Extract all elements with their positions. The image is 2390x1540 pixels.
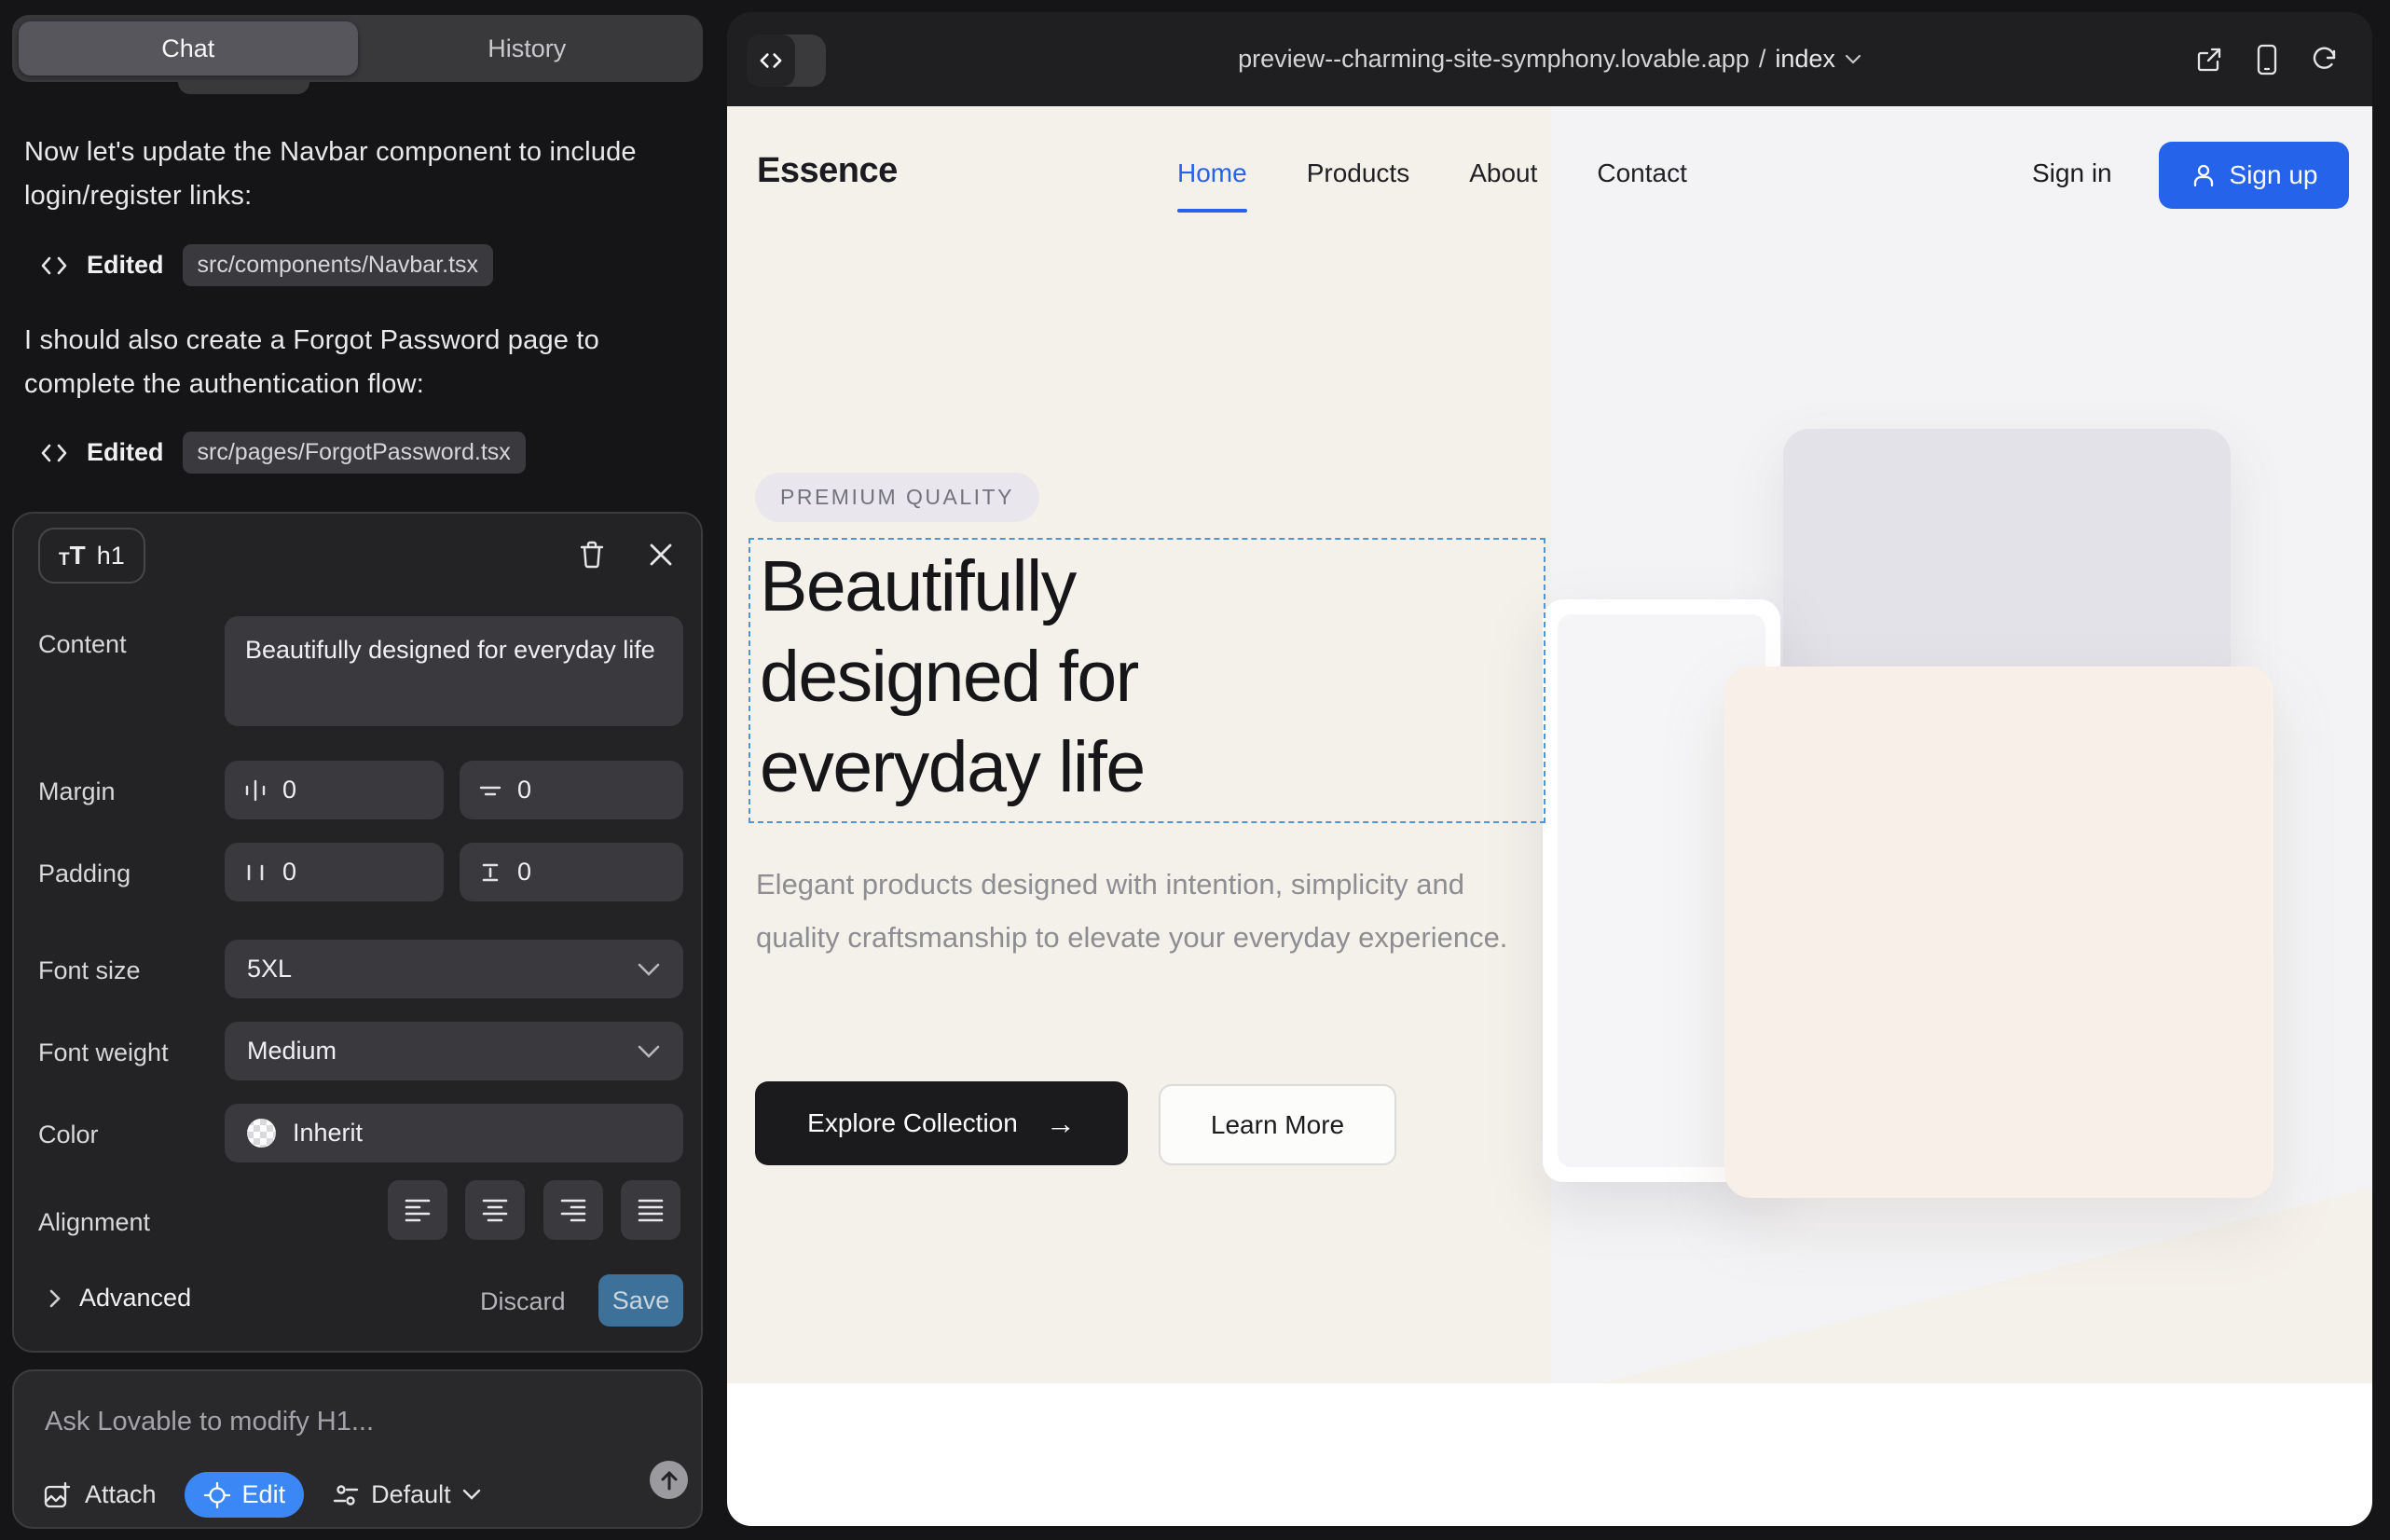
chevron-down-icon (637, 962, 661, 977)
edited-file-row[interactable]: Edited src/components/Navbar.tsx (40, 244, 493, 286)
content-label: Content (38, 630, 127, 659)
mobile-icon (2255, 44, 2279, 76)
refresh-icon (2311, 46, 2339, 74)
delete-element-button[interactable] (575, 538, 609, 571)
font-weight-label: Font weight (38, 1038, 169, 1067)
font-size-label: Font size (38, 956, 141, 985)
scrolled-badge-partial (178, 82, 309, 94)
code-icon (40, 254, 68, 278)
premium-quality-badge: PREMIUM QUALITY (755, 473, 1039, 522)
font-size-select[interactable]: 5XL (225, 940, 683, 998)
edited-label: Edited (87, 251, 164, 280)
nav-link-products[interactable]: Products (1307, 158, 1410, 188)
save-button[interactable]: Save (598, 1274, 683, 1327)
margin-horizontal-icon (243, 778, 268, 803)
chevron-right-icon (48, 1287, 62, 1310)
text-type-icon: TT (59, 543, 86, 569)
tab-chat[interactable]: Chat (19, 21, 358, 76)
hero-description: Elegant products designed with intention… (756, 858, 1511, 964)
align-left-icon (403, 1197, 433, 1223)
code-icon (40, 441, 68, 465)
external-link-icon (2195, 46, 2223, 74)
padding-horizontal-icon (243, 860, 268, 885)
preview-window: preview--charming-site-symphony.lovable.… (727, 12, 2372, 1526)
decor-shape-cream (1724, 667, 2273, 1198)
align-right-icon (558, 1197, 588, 1223)
selected-element-tag: TT h1 (38, 528, 145, 584)
user-icon (2191, 162, 2217, 188)
tag-name: h1 (97, 542, 125, 571)
align-justify-icon (636, 1197, 666, 1223)
site-nav: Home Products About Contact (1177, 158, 1687, 188)
attach-button[interactable]: Attach (42, 1480, 157, 1510)
edit-mode-button[interactable]: Edit (185, 1472, 305, 1518)
url-separator: / (1759, 45, 1766, 74)
file-badge[interactable]: src/components/Navbar.tsx (183, 244, 494, 286)
edited-label: Edited (87, 438, 164, 467)
font-weight-select[interactable]: Medium (225, 1022, 683, 1080)
chat-message: Now let's update the Navbar component to… (24, 131, 667, 218)
nav-link-contact[interactable]: Contact (1597, 158, 1687, 188)
edited-file-row[interactable]: Edited src/pages/ForgotPassword.tsx (40, 432, 526, 474)
advanced-toggle[interactable]: Advanced (48, 1284, 191, 1313)
url-bar[interactable]: preview--charming-site-symphony.lovable.… (727, 12, 2372, 106)
chevron-down-icon (1845, 54, 1861, 65)
prompt-composer[interactable]: Ask Lovable to modify H1... Attach Edit (12, 1369, 703, 1529)
nav-link-about[interactable]: About (1469, 158, 1537, 188)
chevron-down-icon (637, 1044, 661, 1059)
color-select[interactable]: Inherit (225, 1104, 683, 1162)
edit-target-icon (203, 1481, 231, 1509)
align-right-button[interactable] (543, 1180, 603, 1240)
explore-collection-button[interactable]: Explore Collection → (755, 1081, 1128, 1165)
send-button[interactable] (650, 1461, 688, 1499)
chat-history-tabs: Chat History (12, 15, 703, 82)
align-center-button[interactable] (465, 1180, 525, 1240)
color-swatch-checkered (247, 1119, 276, 1148)
discard-button[interactable]: Discard (480, 1287, 566, 1316)
margin-y-input[interactable]: 0 (460, 761, 683, 819)
padding-x-input[interactable]: 0 (225, 843, 444, 901)
sign-in-link[interactable]: Sign in (2032, 158, 2112, 188)
site-canvas: Essence Home Products About Contact Sign… (727, 106, 2372, 1526)
chat-message: I should also create a Forgot Password p… (24, 319, 667, 406)
learn-more-button[interactable]: Learn More (1159, 1084, 1396, 1165)
margin-vertical-icon (478, 778, 502, 803)
preview-topbar: preview--charming-site-symphony.lovable.… (727, 12, 2372, 106)
align-justify-button[interactable] (621, 1180, 680, 1240)
align-left-button[interactable] (388, 1180, 447, 1240)
selected-h1-outline[interactable]: Beautifully designed for everyday life (749, 538, 1545, 823)
margin-label: Margin (38, 777, 116, 806)
file-badge[interactable]: src/pages/ForgotPassword.tsx (183, 432, 526, 474)
padding-vertical-icon (478, 860, 502, 885)
element-editor-panel: TT h1 Content Beautifully designed for e… (12, 512, 703, 1353)
color-label: Color (38, 1121, 99, 1149)
alignment-label: Alignment (38, 1208, 150, 1237)
sign-up-button[interactable]: Sign up (2159, 142, 2349, 209)
prompt-input[interactable]: Ask Lovable to modify H1... (45, 1407, 374, 1437)
align-center-icon (480, 1197, 510, 1223)
refresh-button[interactable] (2311, 46, 2339, 74)
hero-heading[interactable]: Beautifully designed for everyday life (760, 542, 1319, 813)
url-host: preview--charming-site-symphony.lovable.… (1238, 45, 1750, 74)
model-default-selector[interactable]: Default (332, 1480, 481, 1509)
attach-image-icon (42, 1480, 72, 1510)
close-editor-button[interactable] (644, 538, 678, 571)
arrow-right-icon: → (1046, 1107, 1076, 1141)
mobile-view-button[interactable] (2255, 44, 2279, 76)
chevron-down-icon (462, 1489, 481, 1501)
content-input[interactable]: Beautifully designed for everyday life (225, 616, 683, 726)
nav-link-home[interactable]: Home (1177, 158, 1247, 188)
padding-y-input[interactable]: 0 (460, 843, 683, 901)
padding-label: Padding (38, 859, 130, 888)
url-page: index (1775, 45, 1835, 74)
margin-x-input[interactable]: 0 (225, 761, 444, 819)
tab-history[interactable]: History (358, 21, 697, 76)
site-logo[interactable]: Essence (757, 151, 898, 191)
arrow-up-icon (659, 1469, 680, 1492)
open-external-button[interactable] (2195, 46, 2223, 74)
sliders-icon (332, 1481, 360, 1509)
